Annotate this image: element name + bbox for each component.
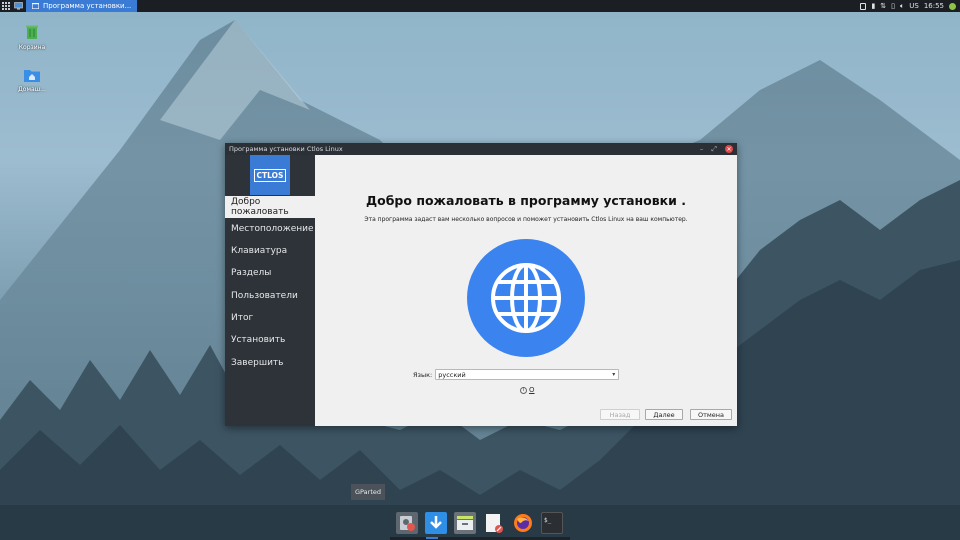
step-keyboard: Клавиатура — [231, 246, 288, 256]
about-button[interactable]: i О — [520, 386, 535, 394]
system-tray: ▮ ⇅ ▯ 🔈︎ US 16:55 — [860, 2, 960, 11]
clipboard-icon[interactable] — [860, 2, 867, 10]
steps-sidebar: CTLOS Добро пожаловать Местоположение Кл… — [225, 155, 315, 426]
taskbar-installer-button[interactable]: Программа установки... — [26, 0, 138, 12]
language-select-value: русский — [438, 370, 466, 379]
step-users: Пользователи — [231, 291, 298, 301]
welcome-page: Добро пожаловать в программу установки .… — [315, 155, 737, 426]
firefox-icon[interactable] — [512, 512, 534, 534]
installer-window: Программа установки Ctlos Linux – ⤢ ✕ CT… — [225, 143, 737, 426]
show-desktop-icon[interactable] — [12, 0, 24, 12]
dock-tooltip: GParted — [351, 484, 385, 500]
desktop-icon-label: Корзина — [18, 44, 46, 51]
step-partitions: Разделы — [231, 268, 272, 278]
installer-download-icon[interactable] — [425, 512, 447, 534]
desktop-icon-label: Домаш... — [18, 86, 46, 93]
power-icon[interactable] — [949, 2, 956, 10]
language-label: Язык: — [413, 370, 433, 379]
svg-text:$_: $_ — [544, 517, 552, 524]
step-welcome: Добро пожаловать — [225, 196, 315, 218]
step-location: Местоположение — [231, 224, 314, 234]
dock: $_ — [393, 510, 570, 540]
desktop-icon-trash[interactable]: Корзина — [12, 24, 52, 51]
info-icon: i — [520, 386, 527, 394]
top-panel: Программа установки... ▮ ⇅ ▯ 🔈︎ US 16:55 — [0, 0, 960, 12]
language-row: Язык: русский ▾ — [413, 369, 620, 380]
chevron-down-icon: ▾ — [612, 371, 616, 378]
desktop-icon-home[interactable]: Домаш... — [12, 68, 52, 93]
gparted-icon[interactable] — [396, 512, 418, 534]
taskbar-installer-label: Программа установки... — [43, 2, 132, 10]
about-label: О — [529, 386, 535, 394]
home-folder-icon — [24, 70, 40, 82]
welcome-description: Эта программа задаст вам несколько вопро… — [364, 216, 688, 223]
step-summary: Итог — [231, 313, 254, 323]
cancel-button[interactable]: Отмена — [690, 409, 732, 420]
next-button[interactable]: Далее — [645, 409, 683, 420]
trash-icon — [26, 25, 38, 39]
step-finish: Завершить — [231, 358, 284, 368]
network-icon[interactable]: ⇅ — [880, 2, 886, 10]
maximize-icon[interactable]: ⤢ — [711, 145, 717, 154]
close-icon[interactable]: ✕ — [725, 145, 733, 153]
keyboard-layout[interactable]: US — [909, 2, 919, 10]
back-button[interactable]: Назад — [600, 409, 640, 420]
window-titlebar[interactable]: Программа установки Ctlos Linux – ⤢ ✕ — [225, 143, 737, 155]
disk-icon[interactable]: ▮ — [871, 2, 875, 10]
volume-icon[interactable]: 🔈︎ — [900, 2, 904, 11]
installer-window-icon — [32, 3, 39, 9]
welcome-heading: Добро пожаловать в программу установки . — [365, 193, 687, 208]
text-editor-icon[interactable] — [483, 512, 505, 534]
window-title: Программа установки Ctlos Linux — [229, 145, 343, 153]
terminal-icon[interactable]: $_ — [541, 512, 563, 534]
battery-icon[interactable]: ▯ — [891, 2, 895, 10]
language-select[interactable]: русский ▾ — [435, 369, 620, 380]
file-manager-icon[interactable] — [454, 512, 476, 534]
ctlos-logo: CTLOS — [250, 155, 290, 195]
clock[interactable]: 16:55 — [924, 2, 944, 10]
globe-icon — [467, 239, 585, 357]
app-menu-icon[interactable] — [0, 0, 12, 12]
minimize-icon[interactable]: – — [700, 145, 704, 153]
step-install: Установить — [231, 335, 286, 345]
